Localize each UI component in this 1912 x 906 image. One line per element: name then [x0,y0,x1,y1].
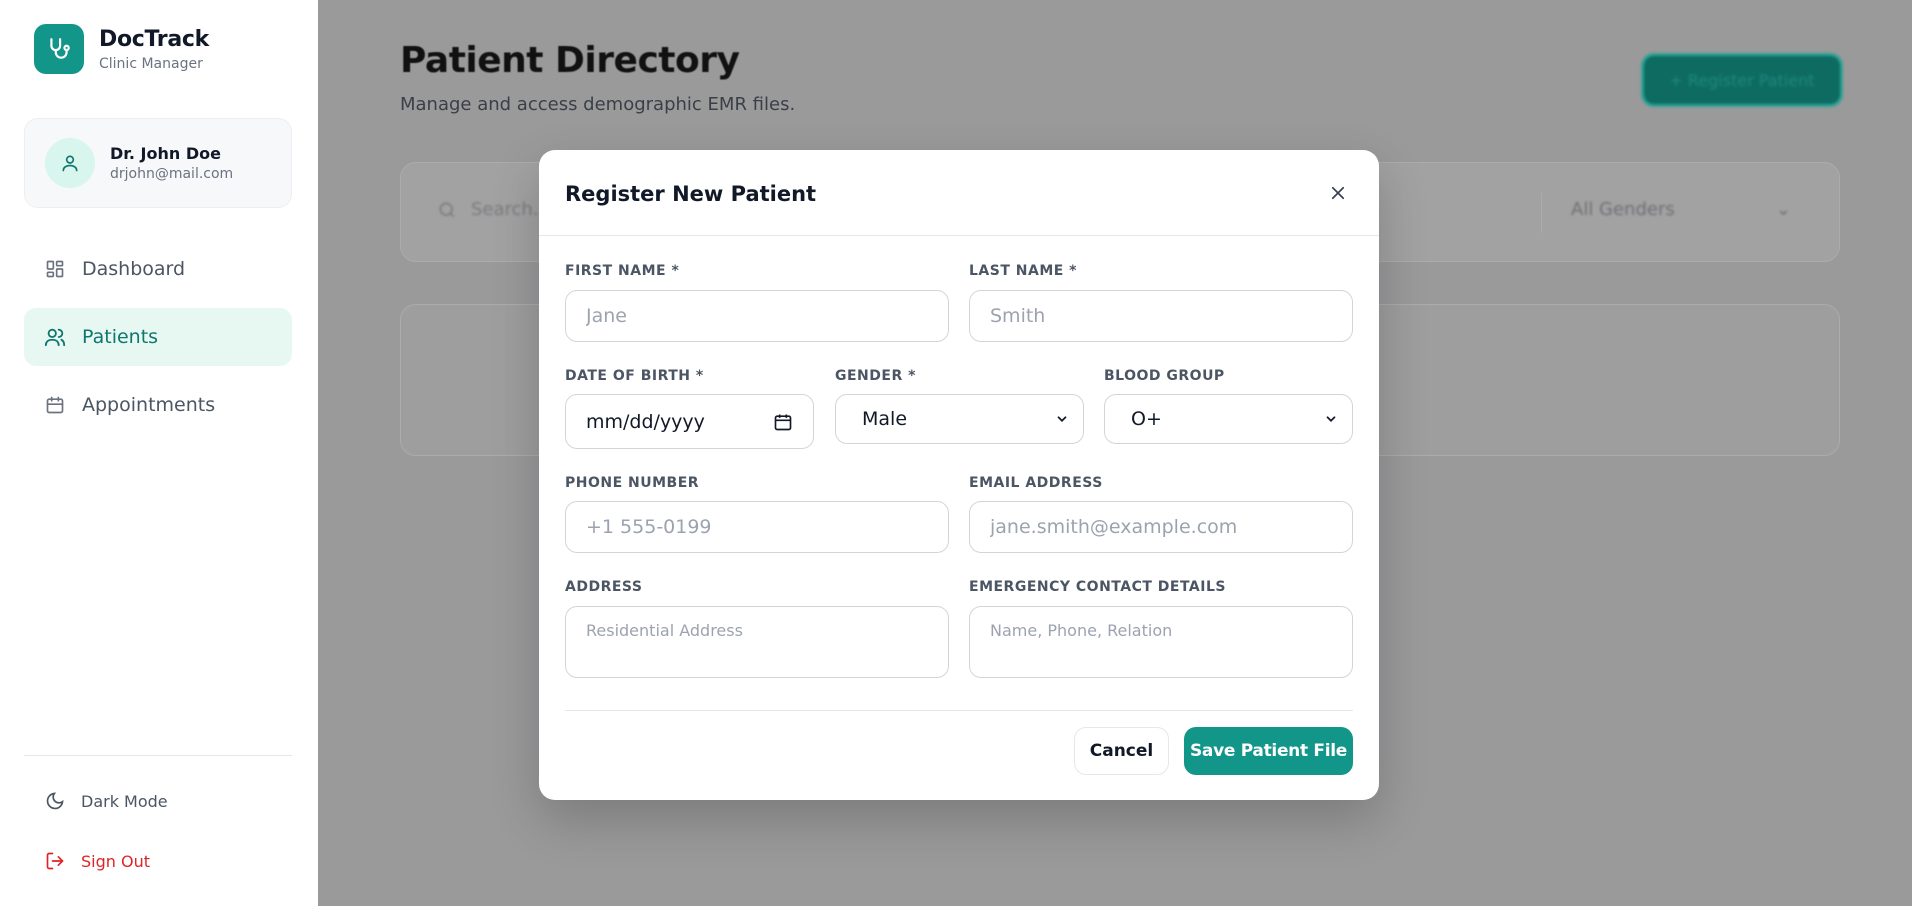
user-icon [62,155,78,172]
phone-input[interactable] [565,501,949,553]
emergency-contact-label: EMERGENCY CONTACT DETAILS [969,579,1226,595]
gender-label: GENDER * [835,368,916,384]
blood-group-select[interactable]: O+ [1104,394,1353,444]
gender-value: Male [862,408,908,430]
user-email: drjohn@mail.com [110,166,234,182]
sidebar-item-dashboard[interactable]: Dashboard [24,240,292,298]
register-patient-button[interactable]: + Register Patient [1644,56,1840,104]
sign-out-button[interactable]: Sign Out [44,850,150,872]
chevron-down-icon [1057,416,1067,422]
user-card[interactable]: Dr. John Doe drjohn@mail.com [24,118,292,208]
close-button[interactable] [1323,178,1353,208]
gender-filter-value: All Genders [1571,199,1675,220]
phone-label: PHONE NUMBER [565,475,700,491]
brand[interactable]: DocTrack Clinic Manager [34,24,209,74]
first-name-label: FIRST NAME * [565,263,680,279]
dob-input[interactable]: mm/dd/yyyy [565,394,814,449]
chevron-down-icon [1326,416,1336,422]
moon-icon [44,790,66,812]
sidebar-item-label: Patients [82,326,159,348]
brand-subtitle: Clinic Manager [99,55,203,72]
page-title: Patient Directory [400,40,740,81]
save-patient-button[interactable]: Save Patient File [1184,727,1353,775]
sidebar-divider [24,755,292,756]
emergency-contact-textarea[interactable] [969,606,1353,678]
sidebar-item-appointments[interactable]: Appointments [24,376,292,434]
blood-group-value: O+ [1131,408,1162,430]
filter-divider [1541,193,1542,233]
sidebar-item-label: Appointments [82,394,216,416]
dark-mode-toggle[interactable]: Dark Mode [44,790,168,812]
avatar [45,138,95,188]
search-input[interactable]: Search... [437,199,550,220]
chevron-down-icon: ⌄ [1775,199,1791,220]
grid-icon [44,258,66,280]
blood-group-label: BLOOD GROUP [1104,368,1225,384]
email-input[interactable] [969,501,1353,553]
modal-footer-divider [565,710,1353,711]
register-patient-modal: Register New Patient FIRST NAME * LAST N… [539,150,1379,800]
first-name-input[interactable] [565,290,949,342]
sign-out-label: Sign Out [81,851,150,871]
stethoscope-icon [34,24,84,74]
close-icon [1331,186,1345,200]
sidebar-nav: Dashboard Patients Appointments [24,240,292,444]
users-icon [44,326,66,348]
search-icon [439,202,455,217]
logout-icon [44,850,66,872]
cancel-button[interactable]: Cancel [1074,727,1169,775]
last-name-label: LAST NAME * [969,263,1078,279]
gender-filter-select[interactable]: All Genders ⌄ [1571,199,1791,220]
modal-header: Register New Patient [539,150,1379,236]
modal-title: Register New Patient [565,182,817,206]
sidebar-item-label: Dashboard [82,258,186,280]
address-textarea[interactable] [565,606,949,678]
dob-value: mm/dd/yyyy [586,410,705,433]
address-label: ADDRESS [565,579,643,595]
gender-select[interactable]: Male [835,394,1084,444]
user-name: Dr. John Doe [110,144,221,163]
brand-name: DocTrack [99,26,209,52]
calendar-icon[interactable] [773,412,793,432]
email-label: EMAIL ADDRESS [969,475,1103,491]
dark-mode-label: Dark Mode [81,791,168,811]
last-name-input[interactable] [969,290,1353,342]
page-subtitle: Manage and access demographic EMR files. [400,94,796,115]
sidebar: DocTrack Clinic Manager Dr. John Doe drj… [0,0,318,906]
sidebar-item-patients[interactable]: Patients [24,308,292,366]
calendar-icon [44,394,66,416]
dob-label: DATE OF BIRTH * [565,368,704,384]
